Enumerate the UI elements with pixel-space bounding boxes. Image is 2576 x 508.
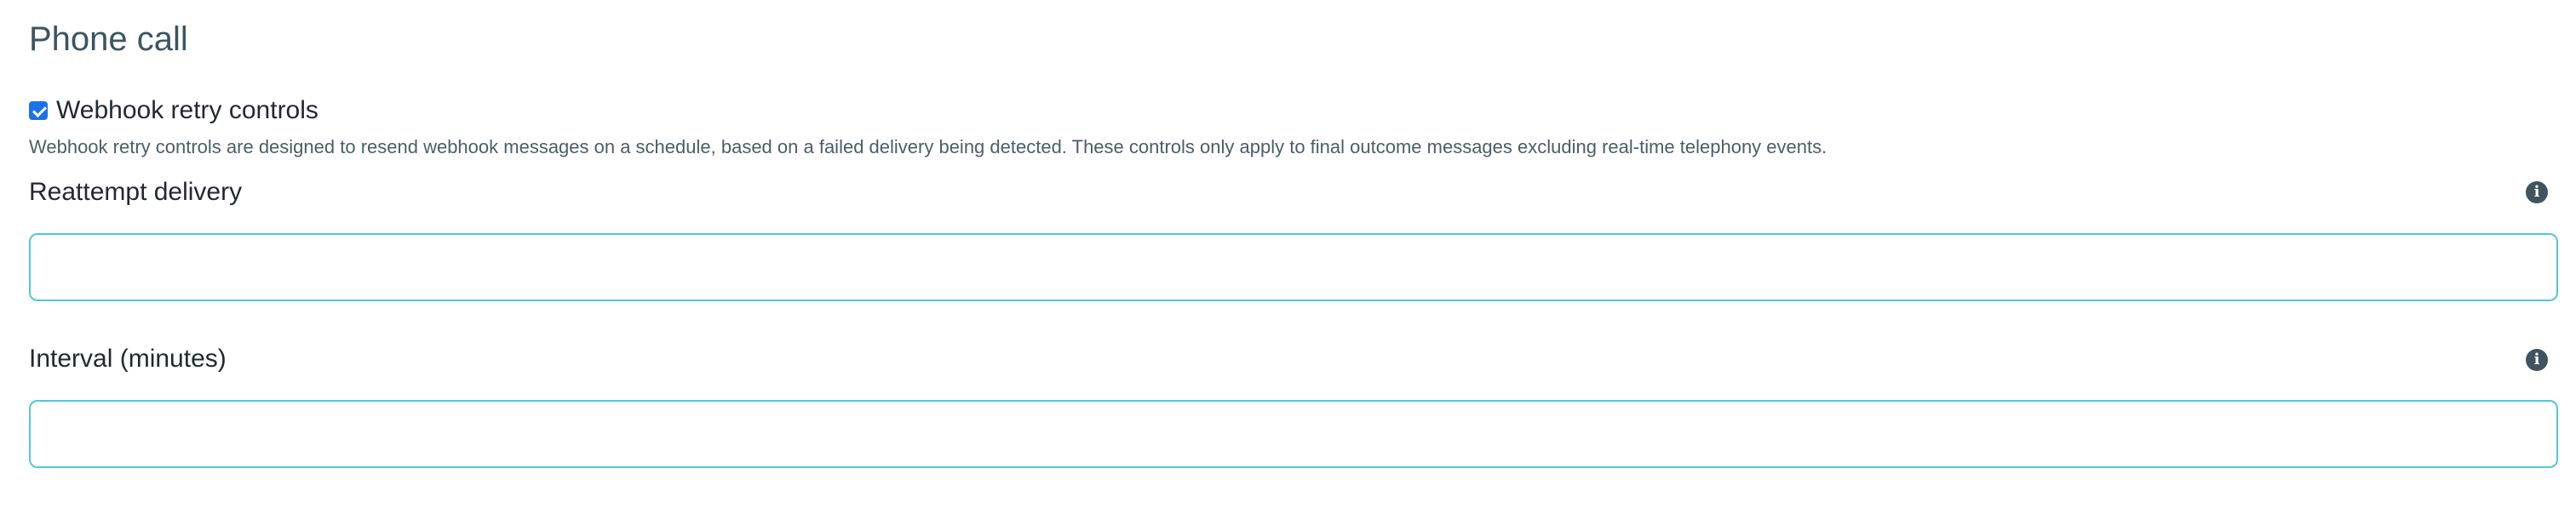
reattempt-delivery-label: Reattempt delivery: [29, 178, 243, 206]
interval-minutes-input[interactable]: [29, 400, 2558, 468]
section-title: Phone call: [29, 20, 188, 58]
interval-minutes-label: Interval (minutes): [29, 345, 227, 373]
reattempt-delivery-input[interactable]: [29, 233, 2558, 301]
info-icon[interactable]: i: [2526, 349, 2548, 371]
webhook-retry-checkbox-label[interactable]: Webhook retry controls: [56, 94, 318, 128]
webhook-retry-help-text: Webhook retry controls are designed to r…: [29, 136, 1827, 157]
info-icon[interactable]: i: [2526, 181, 2548, 203]
webhook-retry-checkbox-row[interactable]: Webhook retry controls: [29, 94, 318, 128]
webhook-retry-checkbox[interactable]: [29, 101, 48, 120]
